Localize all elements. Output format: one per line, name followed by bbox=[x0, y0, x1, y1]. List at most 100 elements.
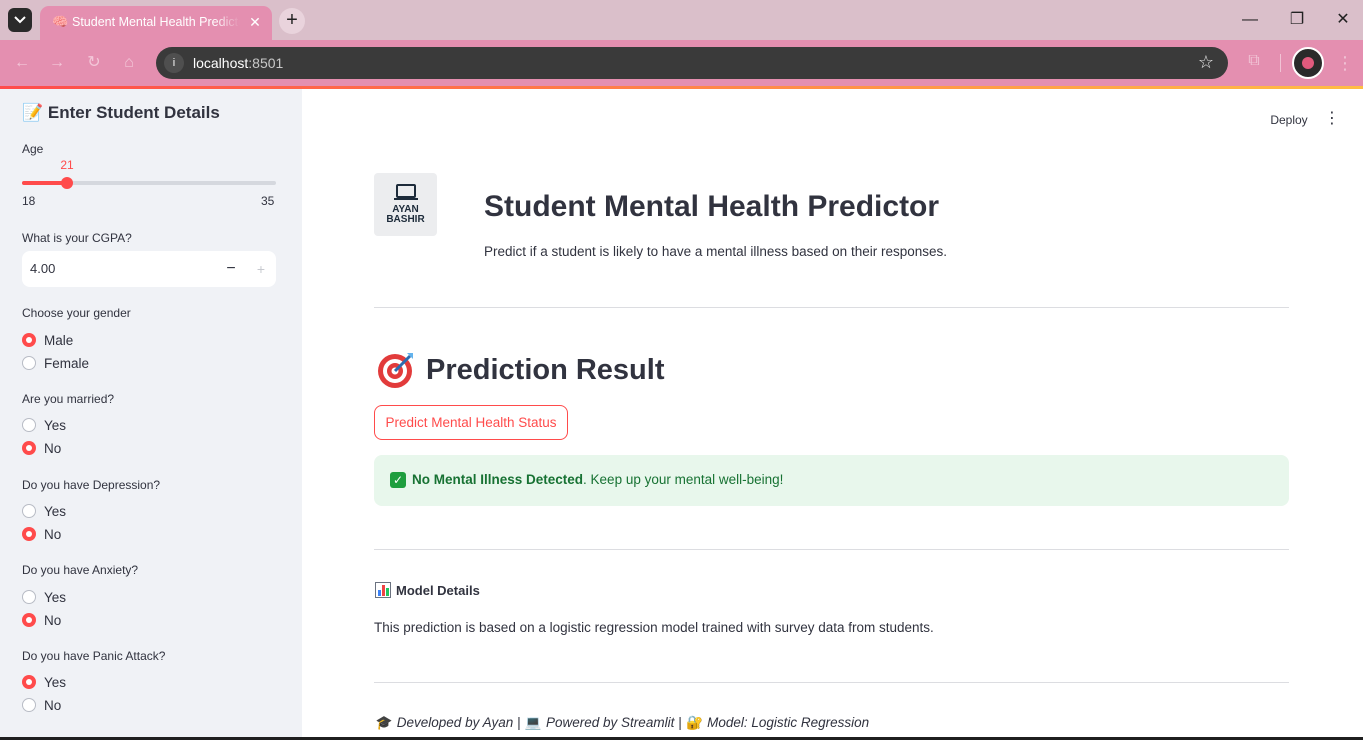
deploy-button[interactable]: Deploy bbox=[1262, 110, 1316, 130]
laptop-icon bbox=[394, 184, 418, 200]
profile-avatar[interactable] bbox=[1292, 47, 1324, 79]
radio-selected-icon bbox=[22, 675, 36, 689]
browser-menu-icon[interactable]: ⋮ bbox=[1336, 51, 1354, 75]
radio-label: Yes bbox=[44, 417, 67, 433]
radio-selected-icon bbox=[22, 613, 36, 627]
cgpa-label: What is your CGPA? bbox=[22, 231, 132, 245]
forward-icon[interactable]: → bbox=[45, 51, 69, 75]
radio-selected-icon bbox=[22, 441, 36, 455]
chevron-down-icon bbox=[14, 16, 26, 24]
browser-tab-active[interactable]: 🧠 Student Mental Health Predictor ✕ bbox=[40, 6, 272, 40]
radio-selected-icon bbox=[22, 527, 36, 541]
married-label: Are you married? bbox=[22, 392, 115, 406]
gender-option-female[interactable]: Female bbox=[22, 354, 89, 372]
reload-icon[interactable]: ↻ bbox=[82, 51, 106, 75]
radio-label: Male bbox=[44, 332, 74, 348]
bar-chart-icon bbox=[375, 582, 391, 598]
panic-label: Do you have Panic Attack? bbox=[22, 649, 166, 663]
graduation-cap-icon: 🎓 bbox=[375, 715, 393, 730]
laptop-icon: 💻 bbox=[524, 715, 542, 730]
tab-close-icon[interactable]: ✕ bbox=[246, 13, 264, 31]
sidebar: 📝 Enter Student Details Age 21 18 35 Wha… bbox=[0, 89, 302, 740]
radio-unselected-icon bbox=[22, 590, 36, 604]
cgpa-input[interactable]: 4.00 − + bbox=[22, 251, 276, 287]
model-details-text: This prediction is based on a logistic r… bbox=[374, 620, 934, 635]
age-slider-thumb[interactable] bbox=[61, 177, 73, 189]
age-label: Age bbox=[22, 142, 44, 156]
success-alert: ✓ No Mental Illness Detected. Keep up yo… bbox=[374, 455, 1289, 506]
depression-label: Do you have Depression? bbox=[22, 478, 161, 492]
radio-label: No bbox=[44, 612, 62, 628]
app-menu-icon[interactable]: ⋮ bbox=[1324, 108, 1340, 130]
browser-tabbar: 🧠 Student Mental Health Predictor ✕ + — … bbox=[0, 0, 1363, 40]
page-subtitle: Predict if a student is likely to have a… bbox=[484, 244, 947, 259]
brain-icon: 🧠 bbox=[52, 14, 69, 29]
age-slider-min: 18 bbox=[22, 194, 36, 208]
footer: 🎓 Developed by Ayan | 💻 Powered by Strea… bbox=[375, 715, 870, 731]
cgpa-increment-button[interactable]: + bbox=[250, 251, 272, 287]
depression-option-yes[interactable]: Yes bbox=[22, 502, 66, 520]
depression-option-no[interactable]: No bbox=[22, 525, 61, 543]
footer-model: Model: Logistic Regression bbox=[707, 715, 870, 730]
cgpa-decrement-button[interactable]: − bbox=[220, 251, 242, 287]
married-option-yes[interactable]: Yes bbox=[22, 416, 66, 434]
tab-title: Student Mental Health Predictor bbox=[72, 15, 240, 29]
logo: AYAN BASHIR bbox=[374, 173, 437, 236]
radio-label: No bbox=[44, 526, 62, 542]
divider bbox=[374, 549, 1289, 550]
radio-label: Yes bbox=[44, 589, 67, 605]
age-slider-max: 35 bbox=[261, 194, 275, 208]
radio-unselected-icon bbox=[22, 504, 36, 518]
back-icon[interactable]: ← bbox=[10, 51, 34, 75]
radio-label: No bbox=[44, 697, 62, 713]
cgpa-value: 4.00 bbox=[30, 261, 56, 276]
lock-icon: 🔐 bbox=[685, 715, 703, 730]
anxiety-option-no[interactable]: No bbox=[22, 611, 61, 629]
model-details-heading: Model Details bbox=[375, 582, 480, 598]
gender-label: Choose your gender bbox=[22, 306, 131, 320]
panic-option-no[interactable]: No bbox=[22, 696, 61, 714]
radio-unselected-icon bbox=[22, 418, 36, 432]
toolbar-divider bbox=[1280, 54, 1281, 72]
prediction-title-text: Prediction Result bbox=[426, 353, 665, 386]
radio-label: Yes bbox=[44, 503, 67, 519]
address-bar[interactable]: i localhost:8501 ☆ bbox=[156, 47, 1228, 79]
radio-selected-icon bbox=[22, 333, 36, 347]
radio-unselected-icon bbox=[22, 356, 36, 370]
url-host: localhost bbox=[193, 55, 249, 71]
sidebar-header: 📝 Enter Student Details bbox=[22, 103, 220, 122]
model-details-title: Model Details bbox=[396, 582, 480, 598]
window-close-icon[interactable]: ✕ bbox=[1329, 8, 1357, 32]
footer-developer: Developed by Ayan bbox=[396, 715, 514, 730]
panic-option-yes[interactable]: Yes bbox=[22, 673, 66, 691]
predict-button[interactable]: Predict Mental Health Status bbox=[374, 405, 568, 440]
radio-label: Female bbox=[44, 355, 90, 371]
logo-line-2: BASHIR bbox=[386, 214, 425, 225]
prediction-section-title: Prediction Result bbox=[376, 350, 665, 390]
new-tab-button[interactable]: + bbox=[279, 8, 305, 34]
home-icon[interactable]: ⌂ bbox=[117, 51, 141, 75]
browser-toolbar: ← → ↻ ⌂ i localhost:8501 ☆ ⧉ ⋮ bbox=[0, 40, 1363, 86]
footer-powered: Powered by Streamlit bbox=[546, 715, 675, 730]
age-slider-value: 21 bbox=[60, 158, 74, 172]
page-title: Student Mental Health Predictor bbox=[484, 190, 940, 223]
gender-option-male[interactable]: Male bbox=[22, 331, 73, 349]
extensions-icon[interactable]: ⧉ bbox=[1243, 52, 1265, 74]
minimize-icon[interactable]: — bbox=[1236, 8, 1264, 32]
footer-separator: | bbox=[674, 715, 686, 730]
target-icon bbox=[378, 353, 413, 388]
check-mark-icon: ✓ bbox=[390, 472, 406, 488]
bookmark-star-icon[interactable]: ☆ bbox=[1198, 52, 1214, 73]
tab-search-button[interactable] bbox=[8, 8, 32, 32]
married-option-no[interactable]: No bbox=[22, 439, 61, 457]
anxiety-option-yes[interactable]: Yes bbox=[22, 588, 66, 606]
radio-label: Yes bbox=[44, 674, 67, 690]
age-slider[interactable] bbox=[22, 177, 276, 189]
alert-message: No Mental Illness Detected. Keep up your… bbox=[412, 472, 783, 487]
radio-unselected-icon bbox=[22, 698, 36, 712]
divider bbox=[374, 307, 1289, 308]
footer-separator: | bbox=[513, 715, 525, 730]
site-info-icon[interactable]: i bbox=[164, 53, 184, 73]
alert-bold-text: No Mental Illness Detected bbox=[412, 472, 584, 487]
restore-icon[interactable]: ❐ bbox=[1283, 8, 1311, 32]
